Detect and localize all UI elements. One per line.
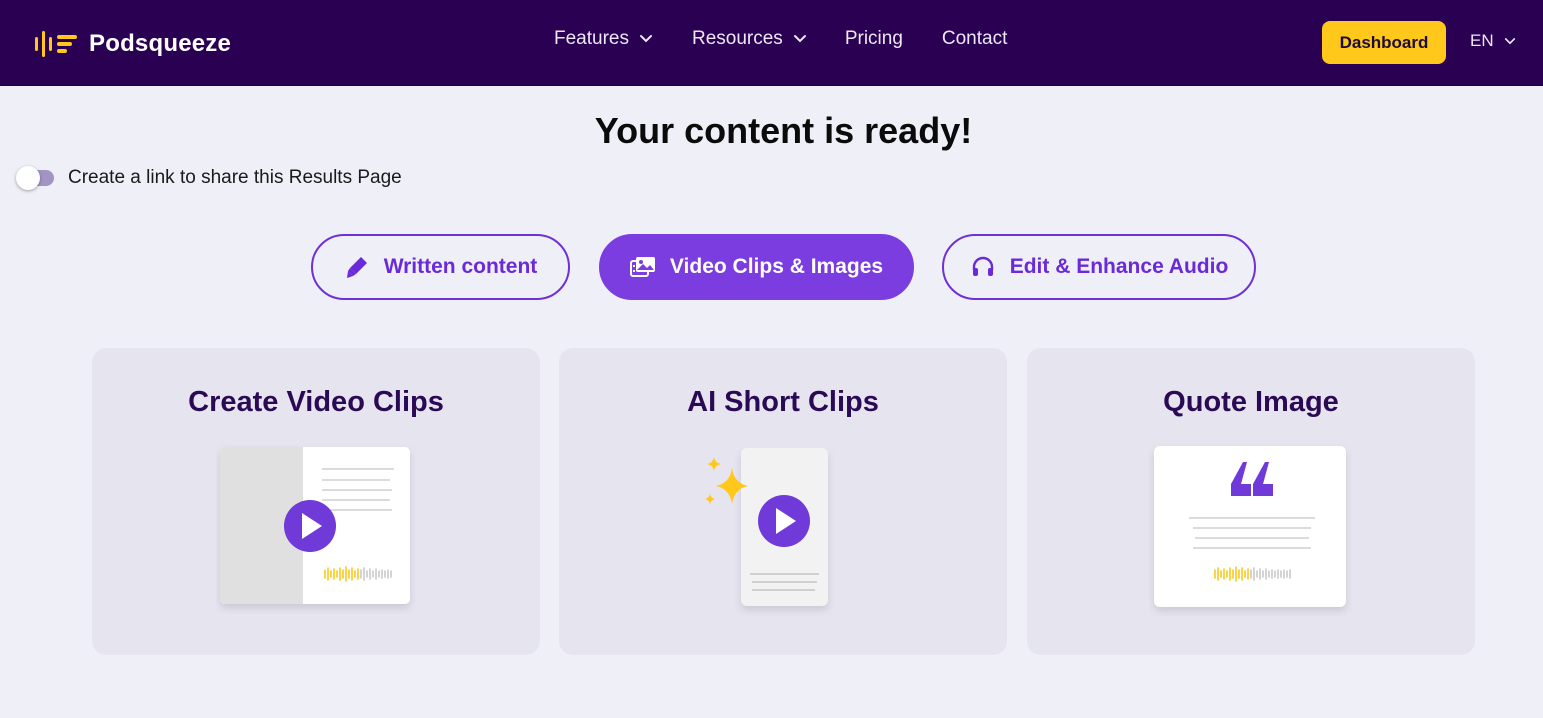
quote-image-illustration-icon xyxy=(1154,446,1346,607)
nav-contact[interactable]: Contact xyxy=(942,28,1007,50)
toggle-knob xyxy=(16,166,40,190)
headphones-icon xyxy=(972,256,993,276)
short-clip-illustration-icon xyxy=(705,448,828,606)
tab-written-content[interactable]: Written content xyxy=(311,234,570,300)
nav-pricing-label: Pricing xyxy=(844,28,903,49)
nav-features[interactable]: Features xyxy=(554,28,653,50)
card-create-video-clips[interactable]: Create Video Clips xyxy=(92,348,540,655)
images-icon xyxy=(629,257,655,277)
brand-logo[interactable]: Podsqueeze xyxy=(34,28,231,60)
chevron-down-icon xyxy=(639,35,652,43)
tab-video-clips-images[interactable]: Video Clips & Images xyxy=(599,234,914,300)
share-toggle-label: Create a link to share this Results Page xyxy=(68,167,402,188)
podsqueeze-logo-icon xyxy=(35,31,77,57)
tab-written-label: Written content xyxy=(383,255,538,278)
tab-video-label: Video Clips & Images xyxy=(669,255,884,278)
share-toggle-row: Create a link to share this Results Page xyxy=(16,166,402,190)
nav-features-label: Features xyxy=(554,28,629,49)
share-link-toggle[interactable] xyxy=(16,166,54,190)
nav-contact-label: Contact xyxy=(941,28,1008,49)
main-nav: Features Resources Pricing Contact xyxy=(554,28,1007,50)
nav-resources-label: Resources xyxy=(691,28,783,49)
card-title: Quote Image xyxy=(1163,386,1339,418)
top-navbar: Podsqueeze Features Resources Pricing Co… xyxy=(0,0,1543,86)
tab-audio-label: Edit & Enhance Audio xyxy=(1009,255,1229,278)
language-label: EN xyxy=(1470,31,1494,50)
nav-pricing[interactable]: Pricing xyxy=(845,28,903,50)
chevron-down-icon xyxy=(1504,37,1515,44)
language-selector[interactable]: EN xyxy=(1470,31,1516,51)
nav-resources[interactable]: Resources xyxy=(692,28,807,50)
page-title: Your content is ready! xyxy=(594,110,973,151)
card-ai-short-clips[interactable]: AI Short Clips xyxy=(559,348,1007,655)
dashboard-button[interactable]: Dashboard xyxy=(1322,21,1446,64)
brand-name: Podsqueeze xyxy=(89,30,232,57)
video-clip-illustration-icon xyxy=(220,447,410,604)
card-quote-image[interactable]: Quote Image xyxy=(1027,348,1475,655)
chevron-down-icon xyxy=(793,35,806,43)
tab-edit-enhance-audio[interactable]: Edit & Enhance Audio xyxy=(942,234,1256,300)
card-title: Create Video Clips xyxy=(188,386,444,418)
highlighter-icon xyxy=(346,257,367,278)
card-title: AI Short Clips xyxy=(687,386,879,418)
